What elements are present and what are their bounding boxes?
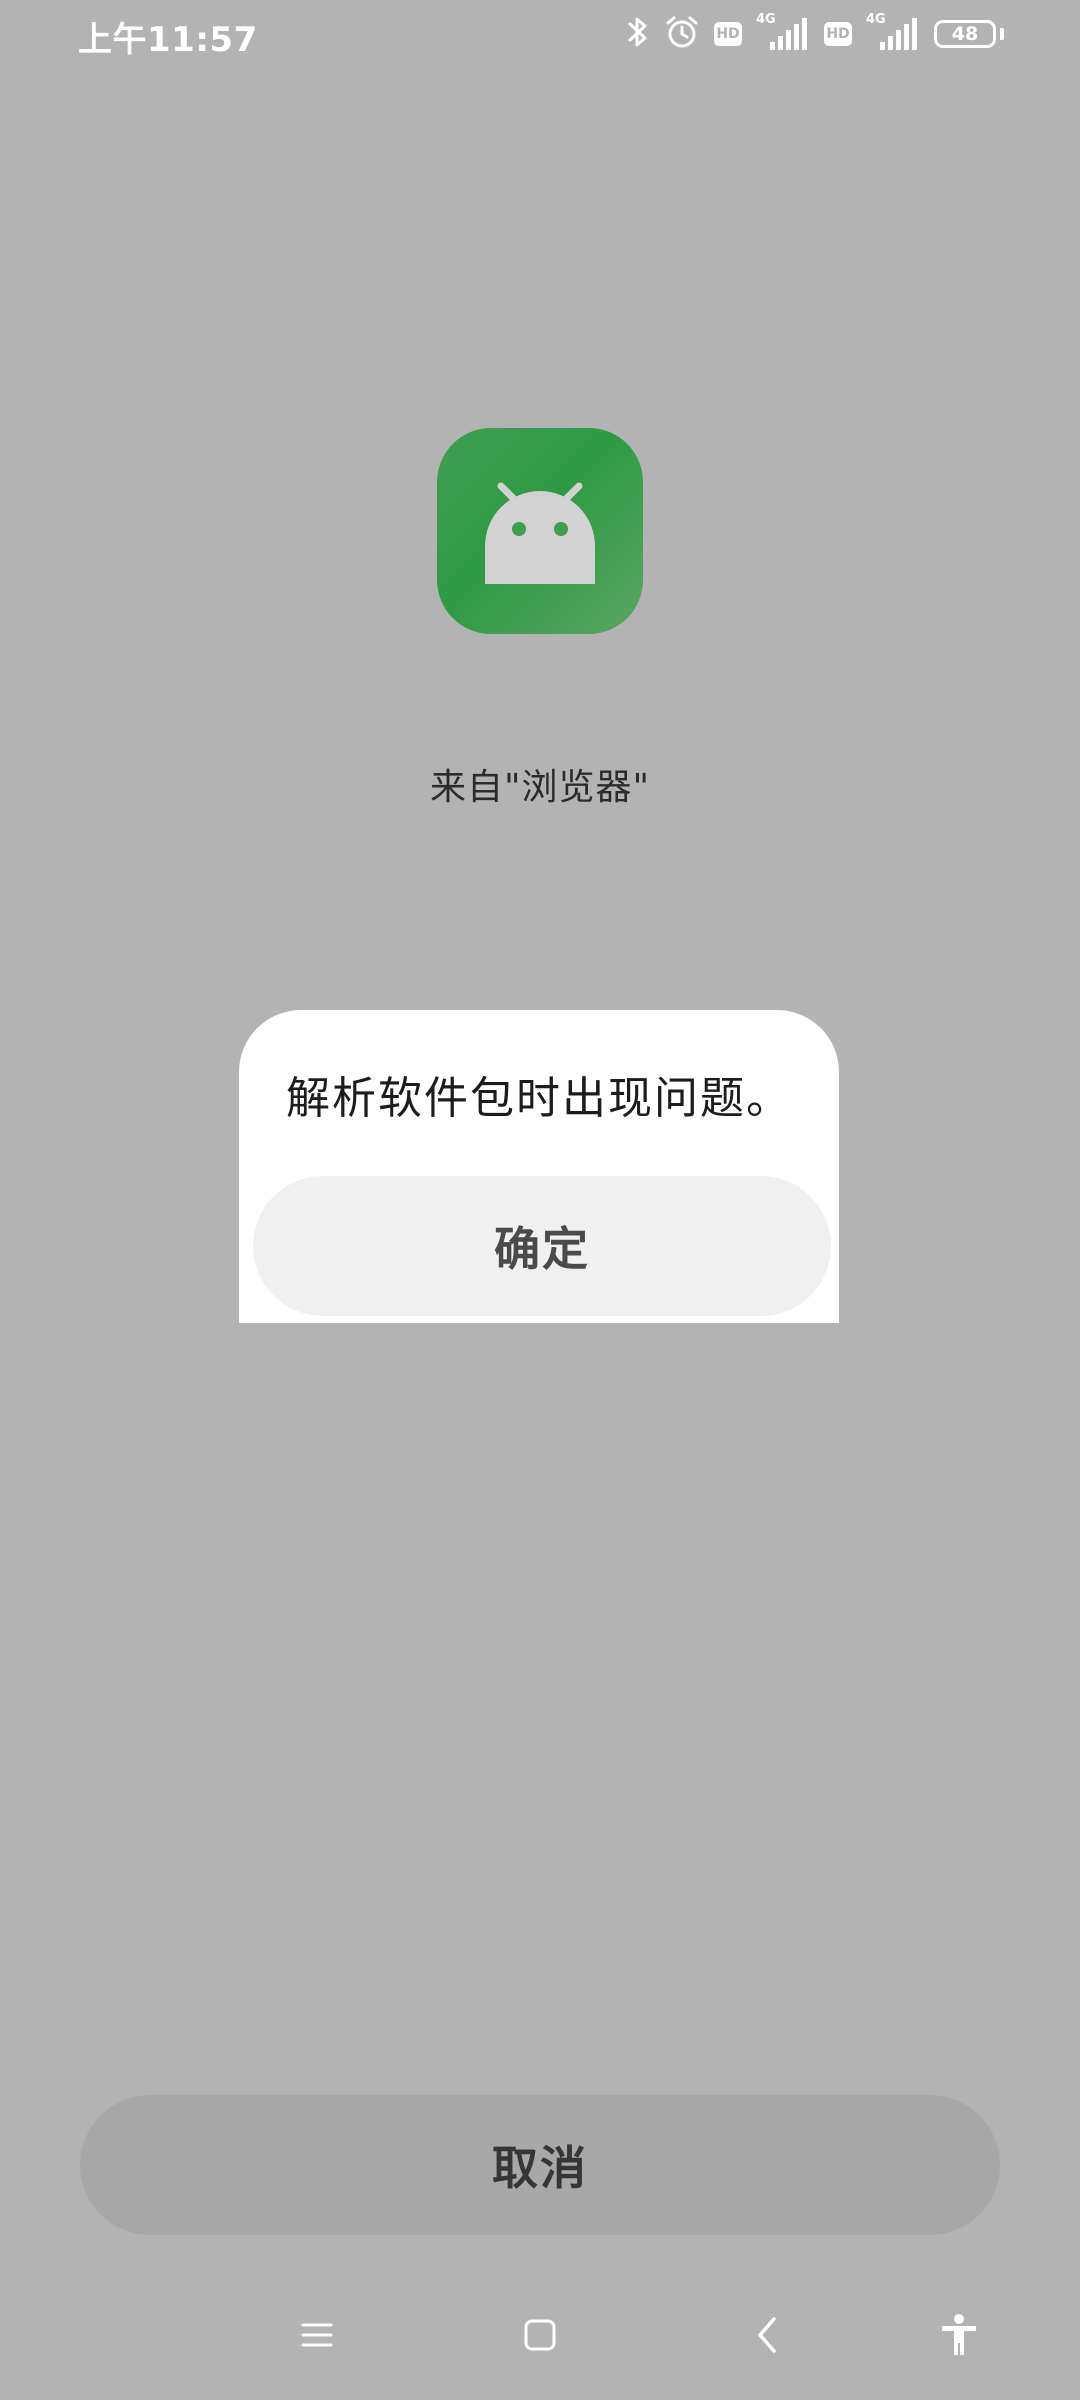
signal-icon: 4G <box>756 12 810 52</box>
dialog-message: 解析软件包时出现问题。 <box>286 1073 792 1124</box>
hd-badge: HD <box>714 22 742 46</box>
source-label: 来自"浏览器" <box>429 767 651 808</box>
battery-tip <box>1000 28 1004 40</box>
app-icon <box>437 428 643 634</box>
menu-icon[interactable] <box>277 2290 357 2380</box>
battery-icon: 48 <box>934 20 996 48</box>
accessibility-icon[interactable] <box>919 2290 999 2380</box>
confirm-button[interactable]: 确定 <box>253 1176 831 1316</box>
android-icon <box>485 482 595 584</box>
back-icon[interactable] <box>727 2290 807 2380</box>
hd-badge: HD <box>824 22 852 46</box>
navigation-bar <box>0 2290 1080 2380</box>
error-dialog: 解析软件包时出现问题。 确定 <box>239 1010 839 1323</box>
status-icons: HD 4G HD 4G 48 <box>626 12 1004 56</box>
signal-icon: 4G <box>866 12 920 52</box>
alarm-icon <box>664 14 700 54</box>
home-icon[interactable] <box>500 2290 580 2380</box>
cancel-button[interactable]: 取消 <box>80 2095 1000 2235</box>
bluetooth-icon <box>626 15 650 53</box>
status-time: 上午11:57 <box>78 20 258 60</box>
status-bar: 上午11:57 HD 4G HD 4G 48 <box>0 0 1080 66</box>
battery-level: 48 <box>951 23 979 45</box>
